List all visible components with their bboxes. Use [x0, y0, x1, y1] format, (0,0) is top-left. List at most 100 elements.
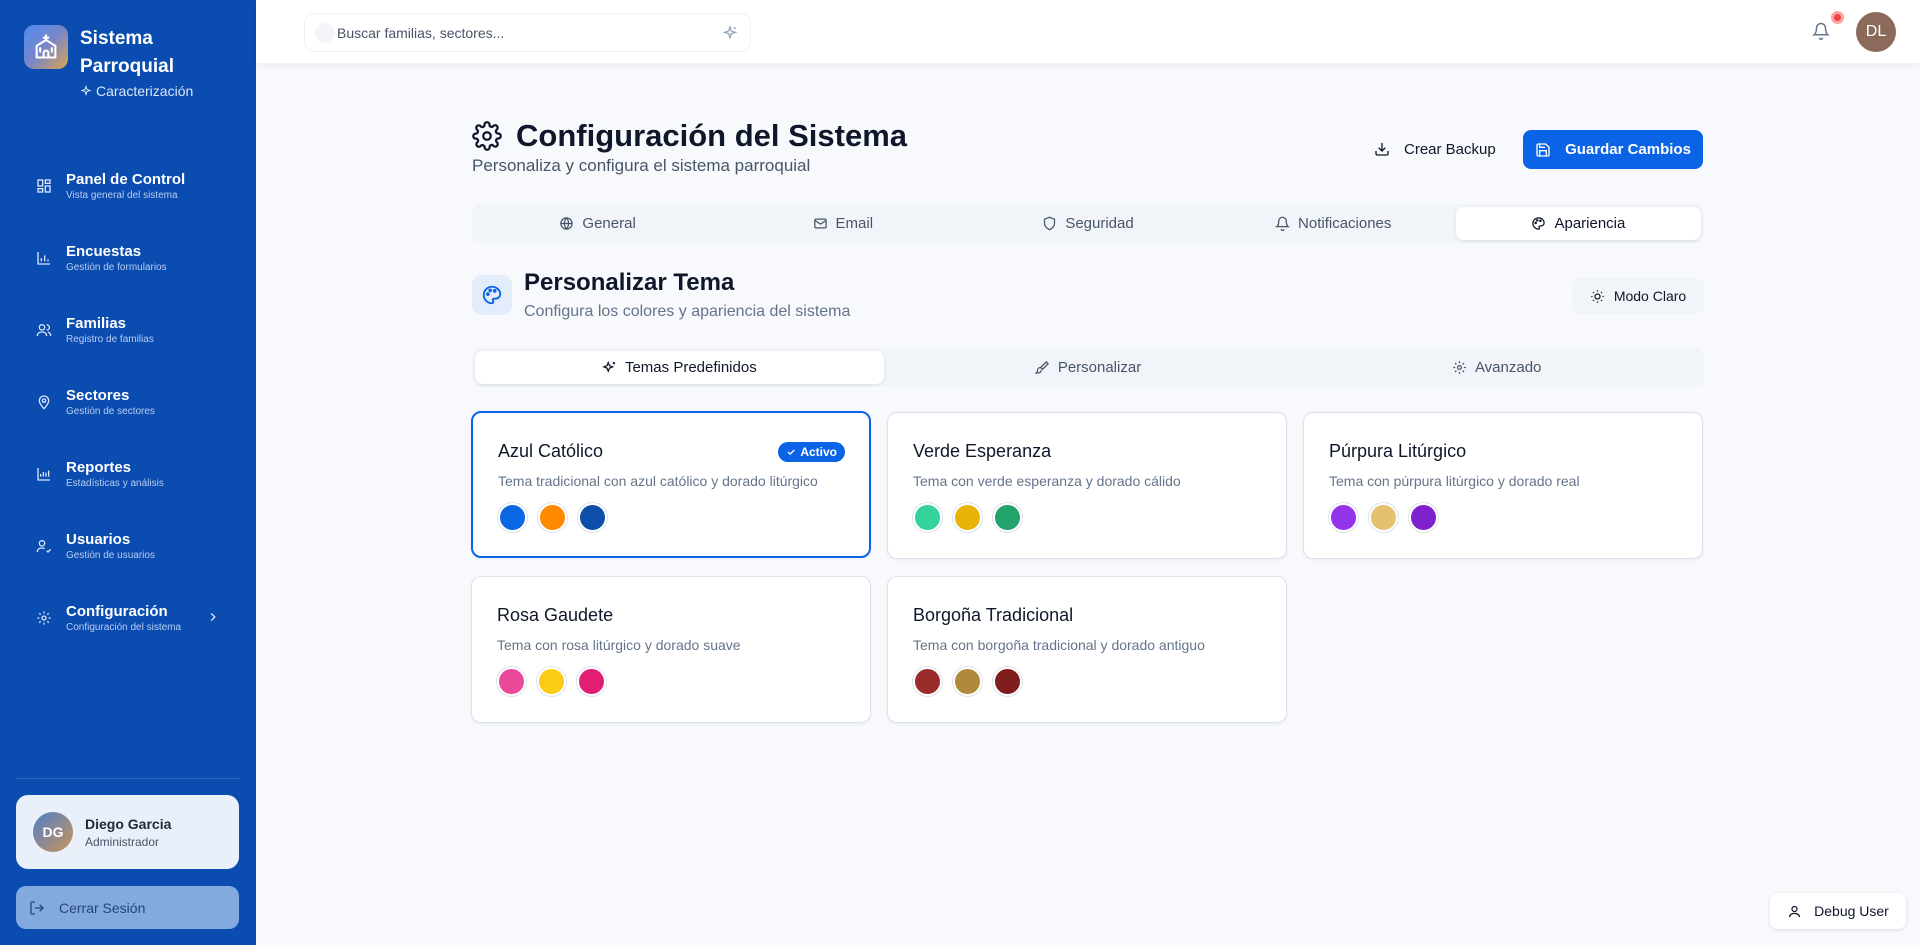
search-input[interactable]	[337, 24, 697, 41]
tab-email[interactable]: Email	[720, 207, 965, 240]
sidebar-item-label: Encuestas	[66, 242, 142, 260]
tab-personalizar[interactable]: Personalizar	[884, 351, 1293, 384]
sidebar-item-label: Panel de Control	[66, 170, 186, 188]
theme-section-header: Personalizar Tema Configura los colores …	[472, 268, 1704, 324]
color-swatch	[953, 667, 982, 696]
theme-card-verde-esperanza[interactable]: Verde Esperanza Tema con verde esperanza…	[887, 412, 1287, 559]
theme-name: Verde Esperanza	[913, 441, 1052, 461]
tab-temas-predefinidos[interactable]: Temas Predefinidos	[475, 351, 884, 384]
color-swatch	[913, 667, 942, 696]
user-icon	[1789, 905, 1801, 917]
theme-card-azul-catolico[interactable]: Azul Católico Activo Tema tradicional co…	[471, 411, 871, 558]
chevron-right-icon	[210, 613, 216, 621]
debug-user-button[interactable]: Debug User	[1770, 893, 1906, 929]
sidebar: Sistema Parroquial Caracterización Panel…	[0, 0, 256, 945]
sidebar-item-usuarios[interactable]: Usuarios Gestión de usuarios	[22, 510, 234, 582]
color-swatch	[1409, 503, 1438, 532]
color-swatch	[1369, 503, 1398, 532]
theme-name: Púrpura Litúrgico	[1329, 441, 1467, 461]
palette-icon	[472, 275, 512, 315]
color-swatch	[1329, 503, 1358, 532]
color-swatch	[577, 667, 606, 696]
save-changes-button[interactable]: Guardar Cambios	[1523, 130, 1703, 169]
page-title: Configuración del Sistema	[472, 118, 907, 154]
color-swatches	[497, 667, 606, 696]
theme-name: Rosa Gaudete	[497, 605, 614, 625]
user-role: Administrador	[85, 834, 160, 849]
sidebar-item-label: Familias	[66, 314, 127, 332]
theme-name: Borgoña Tradicional	[913, 605, 1074, 625]
color-swatches	[913, 667, 1022, 696]
app-title: Sistema Parroquial	[80, 28, 174, 77]
page-header: Configuración del Sistema Personaliza y …	[472, 118, 907, 176]
notification-dot	[1831, 11, 1844, 24]
sidebar-item-familias[interactable]: Familias Registro de familias	[22, 294, 234, 366]
tab-avanzado[interactable]: Avanzado	[1292, 351, 1701, 384]
brush-icon	[1034, 360, 1049, 374]
sidebar-item-reportes[interactable]: Reportes Estadísticas y análisis	[22, 438, 234, 510]
color-swatch	[913, 503, 942, 532]
color-swatch	[578, 503, 607, 532]
gear-icon	[1453, 361, 1466, 374]
sparkles-icon	[602, 360, 616, 373]
sidebar-item-sub: Gestión de usuarios	[66, 549, 155, 561]
user-check-icon	[36, 540, 52, 553]
sidebar-item-sub: Gestión de formularios	[66, 261, 167, 273]
tab-apariencia[interactable]: Apariencia	[1455, 207, 1702, 240]
theme-description: Tema con borgoña tradicional y dorado an…	[913, 637, 1205, 653]
sidebar-item-sectores[interactable]: Sectores Gestión de sectores	[22, 366, 234, 438]
settings-tabs: General Email Seguridad Notificaciones A…	[472, 204, 1704, 243]
sidebar-item-label: Reportes	[66, 458, 132, 476]
topbar: DL	[256, 0, 1920, 63]
sidebar-item-sub: Configuración del sistema	[66, 621, 182, 633]
user-card[interactable]: DG Diego Garcia Administrador	[16, 795, 239, 869]
download-icon	[1375, 143, 1389, 156]
chart-icon	[37, 468, 50, 481]
sun-icon	[1591, 289, 1604, 303]
users-icon	[36, 324, 52, 337]
page-subtitle: Personaliza y configura el sistema parro…	[472, 156, 811, 175]
save-icon	[1536, 142, 1550, 157]
color-swatch	[538, 503, 567, 532]
sidebar-item-label: Usuarios	[66, 530, 131, 548]
sidebar-item-sub: Registro de familias	[66, 333, 154, 345]
logout-icon	[30, 900, 44, 915]
theme-card-purpura-liturgico[interactable]: Púrpura Litúrgico Tema con púrpura litúr…	[1303, 412, 1703, 559]
color-swatch	[953, 503, 982, 532]
avatar[interactable]: DL	[1856, 12, 1896, 52]
sidebar-item-panel-de-control[interactable]: Panel de Control Vista general del sistem…	[22, 150, 234, 222]
sidebar-item-sub: Estadísticas y análisis	[66, 477, 164, 489]
bell-icon	[1275, 216, 1291, 231]
sidebar-nav: Panel de Control Vista general del sistem…	[22, 150, 234, 654]
mail-icon	[813, 218, 827, 229]
sparkle-icon	[80, 85, 92, 97]
sidebar-item-configuracion[interactable]: Configuración Configuración del sistema	[22, 582, 234, 654]
sidebar-item-encuestas[interactable]: Encuestas Gestión de formularios	[22, 222, 234, 294]
color-swatches	[913, 503, 1022, 532]
theme-card-rosa-gaudete[interactable]: Rosa Gaudete Tema con rosa litúrgico y d…	[471, 576, 871, 723]
light-mode-toggle[interactable]: Modo Claro	[1572, 278, 1704, 314]
theme-subtabs: Temas Predefinidos Personalizar Avanzado	[472, 348, 1704, 387]
palette-icon	[1532, 217, 1546, 230]
color-swatches	[498, 503, 607, 532]
tab-seguridad[interactable]: Seguridad	[965, 207, 1210, 240]
app-subtitle: Caracterización	[80, 83, 193, 99]
color-swatch	[537, 667, 566, 696]
logout-label: Cerrar Sesión	[59, 899, 146, 916]
section-title: Personalizar Tema	[524, 269, 735, 296]
tab-notificaciones[interactable]: Notificaciones	[1211, 207, 1456, 240]
theme-card-borgona-tradicional[interactable]: Borgoña Tradicional Tema con borgoña tra…	[887, 576, 1287, 723]
shield-icon	[1044, 216, 1056, 231]
theme-description: Tema con verde esperanza y dorado cálido	[913, 473, 1181, 489]
check-icon	[787, 449, 796, 455]
logout-button[interactable]: Cerrar Sesión	[16, 886, 239, 929]
bar-chart-icon	[37, 252, 50, 265]
bell-icon[interactable]	[1812, 22, 1830, 40]
tab-general[interactable]: General	[475, 207, 720, 240]
section-subtitle: Configura los colores y apariencia del s…	[524, 303, 851, 320]
church-logo-icon	[24, 25, 68, 69]
sparkle-icon[interactable]	[722, 25, 738, 41]
active-badge: Activo	[778, 442, 845, 462]
create-backup-button[interactable]: Crear Backup	[1358, 130, 1512, 168]
brand: Sistema Parroquial Caracterización	[24, 25, 193, 99]
